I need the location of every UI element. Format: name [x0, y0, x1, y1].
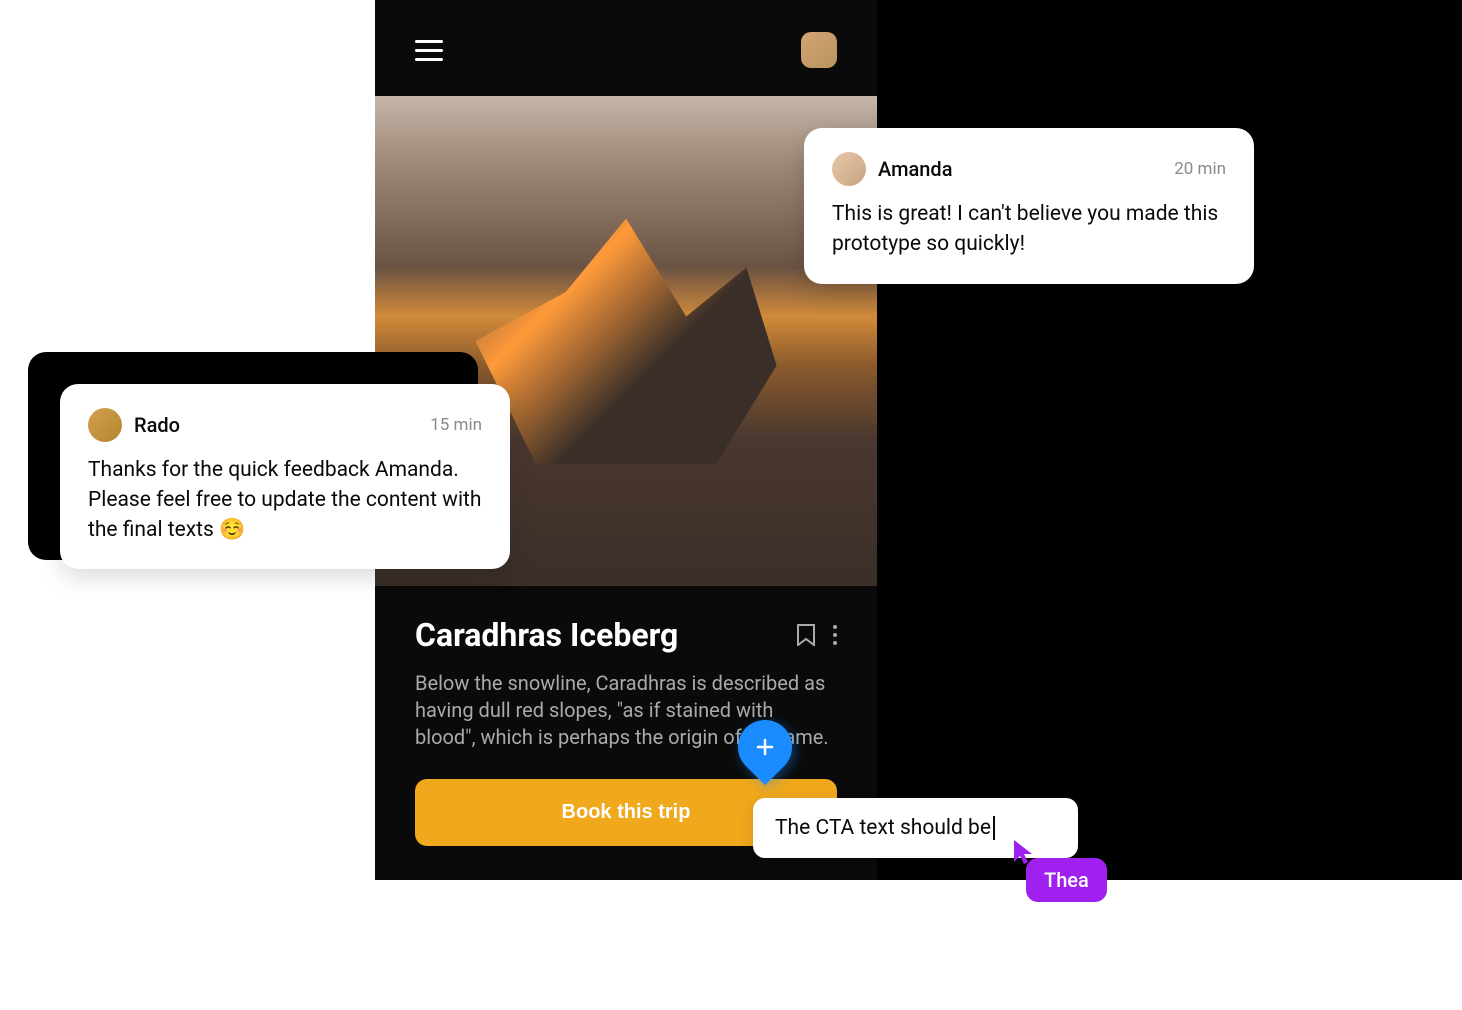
cursor-user-label: Thea — [1026, 858, 1107, 902]
more-vertical-icon[interactable] — [833, 625, 837, 645]
bookmark-icon[interactable] — [797, 624, 815, 646]
hamburger-menu-icon[interactable] — [415, 40, 443, 61]
comment-body: This is great! I can't believe you made … — [832, 200, 1226, 260]
comment-timestamp: 20 min — [1174, 159, 1226, 179]
collaborator-cursor: Thea — [1012, 838, 1036, 870]
comment-author: Amanda — [878, 157, 952, 181]
avatar-amanda — [832, 152, 866, 186]
trip-title: Caradhras Iceberg — [415, 616, 678, 654]
comment-author: Rado — [134, 413, 180, 437]
comment-timestamp: 15 min — [430, 415, 482, 435]
comment-card-amanda[interactable]: Amanda 20 min This is great! I can't bel… — [804, 128, 1254, 284]
inline-comment-text: The CTA text should be — [775, 816, 995, 840]
user-avatar[interactable] — [801, 32, 837, 68]
comment-stack-rado: Rado 15 min Thanks for the quick feedbac… — [28, 352, 488, 572]
comment-body: Thanks for the quick feedback Amanda. Pl… — [88, 456, 482, 545]
comment-card-rado[interactable]: Rado 15 min Thanks for the quick feedbac… — [60, 384, 510, 569]
avatar-rado — [88, 408, 122, 442]
